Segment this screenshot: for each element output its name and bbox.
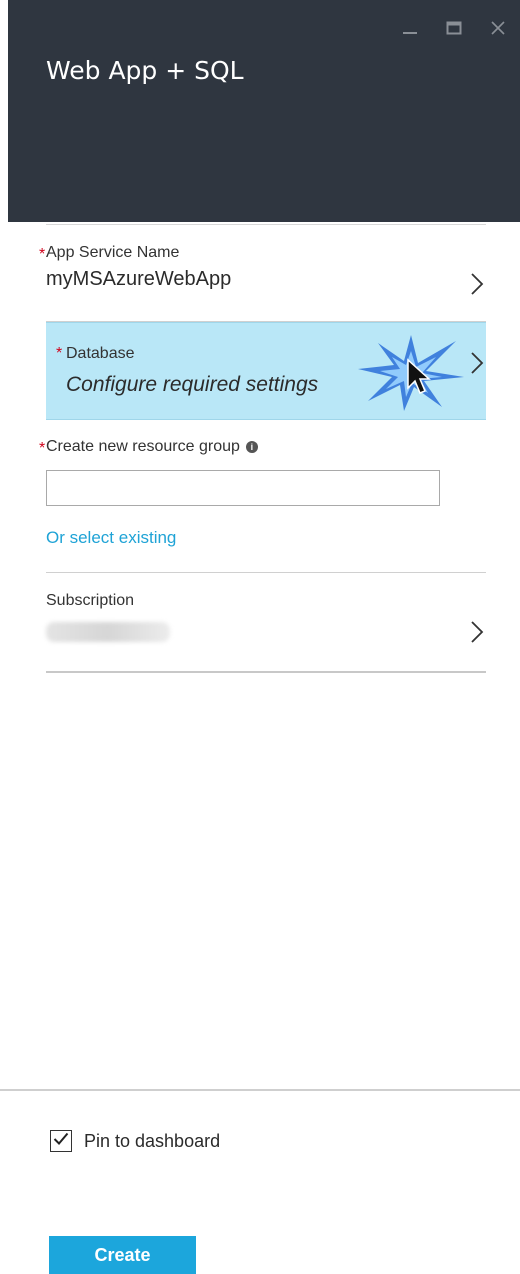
- window-controls: [388, 10, 520, 46]
- database-label: Database: [66, 345, 135, 362]
- close-icon: [490, 20, 506, 36]
- close-button[interactable]: [476, 10, 520, 46]
- pin-label: Pin to dashboard: [84, 1130, 221, 1151]
- subscription-row[interactable]: Subscription: [46, 592, 486, 672]
- minimize-icon: [402, 20, 418, 36]
- mouse-cursor-icon: [406, 358, 432, 401]
- select-existing-link[interactable]: Or select existing: [46, 528, 176, 548]
- blade-content: * App Service Name myMSAzureWebApp * Dat…: [8, 222, 520, 1274]
- database-row[interactable]: * Database Configure required settings: [46, 322, 486, 420]
- resource-group-label-row: Create new resource group i: [46, 438, 486, 456]
- resource-group-section: * Create new resource group i Or select …: [39, 438, 486, 548]
- divider: [46, 572, 486, 573]
- required-marker: *: [39, 246, 46, 263]
- blade-title: Web App + SQL: [46, 56, 244, 85]
- app-service-name-value: myMSAzureWebApp: [46, 268, 232, 290]
- database-value: Configure required settings: [66, 373, 319, 396]
- subscription-value-redacted: [46, 622, 170, 642]
- app-service-name-label: App Service Name: [46, 244, 180, 261]
- resource-group-input[interactable]: [46, 470, 440, 506]
- footer-divider: [0, 1089, 520, 1091]
- maximize-icon: [446, 20, 462, 36]
- divider: [46, 224, 486, 225]
- pin-checkbox[interactable]: [50, 1130, 72, 1152]
- info-icon[interactable]: i: [245, 441, 258, 453]
- required-marker: *: [56, 345, 63, 362]
- divider: [46, 671, 486, 673]
- maximize-button[interactable]: [432, 10, 476, 46]
- chevron-right-icon: [470, 272, 484, 301]
- app-service-name-row[interactable]: * App Service Name myMSAzureWebApp: [39, 244, 486, 322]
- chevron-right-icon: [470, 620, 484, 649]
- resource-group-label: Create new resource group: [46, 438, 240, 455]
- subscription-label: Subscription: [46, 592, 135, 609]
- checkmark-icon: [53, 1132, 69, 1151]
- chevron-right-icon: [470, 351, 484, 380]
- pin-to-dashboard[interactable]: Pin to dashboard: [50, 1130, 220, 1152]
- blade-header: Web App + SQL: [8, 0, 520, 222]
- minimize-button[interactable]: [388, 10, 432, 46]
- required-marker: *: [39, 440, 46, 457]
- create-button[interactable]: Create: [49, 1236, 196, 1274]
